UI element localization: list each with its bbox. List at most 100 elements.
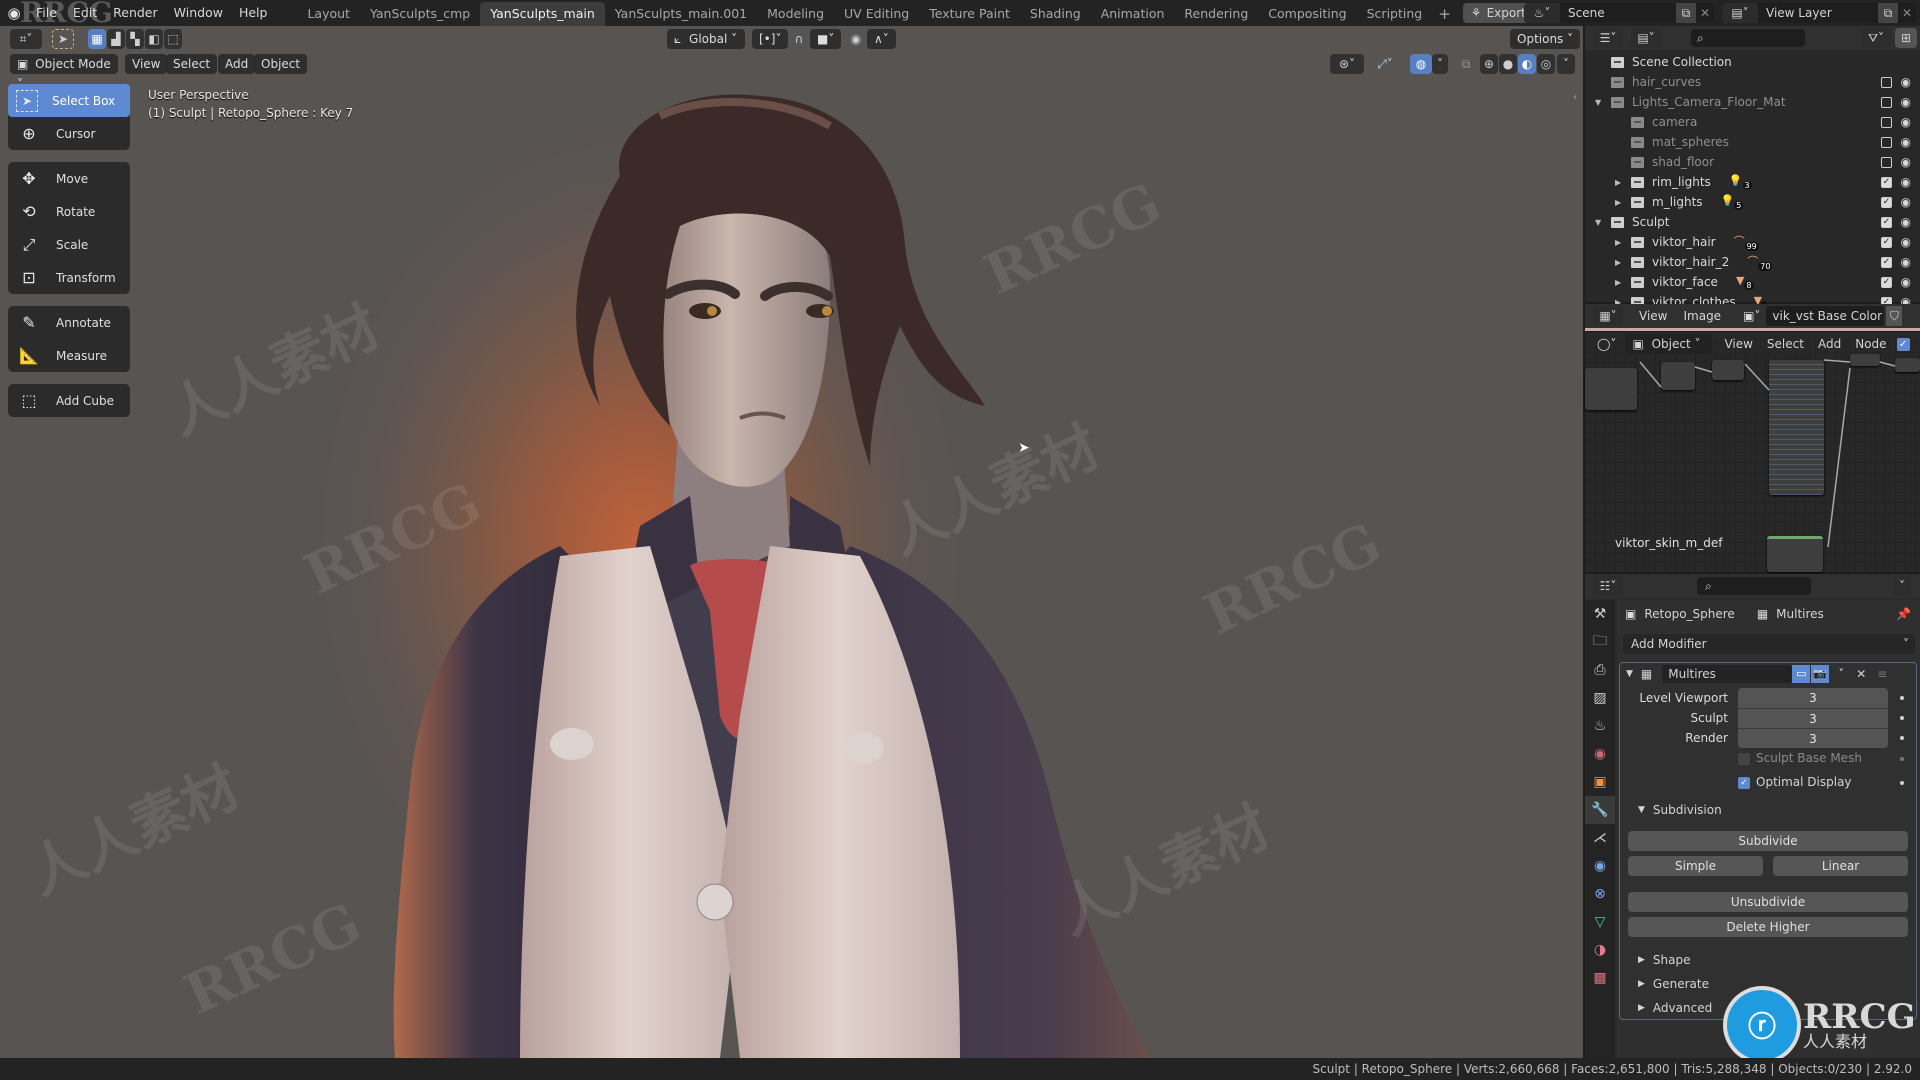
overlays-toggle-icon[interactable]: ◍ [1410, 54, 1432, 74]
disclosure-open-icon[interactable]: ▼ [1595, 218, 1611, 227]
view-layer-field[interactable]: View Layer [1758, 6, 1878, 20]
outliner-editor-type-icon[interactable]: ☰˅ [1593, 28, 1623, 48]
exclude-checkbox[interactable]: ✓ [1881, 236, 1892, 248]
subdivision-panel-header[interactable]: ▼ Subdivision [1638, 803, 1722, 817]
disclosure-closed-icon[interactable]: ▶ [1615, 258, 1631, 267]
constraints-tab-icon[interactable]: ⊗ [1585, 880, 1615, 908]
exclude-checkbox[interactable] [1881, 96, 1892, 108]
visibility-eye-icon[interactable]: ◉ [1901, 115, 1911, 129]
tool-settings-tab-icon[interactable]: ⚒ [1585, 600, 1615, 628]
view-layer-tab-icon[interactable]: ▨ [1585, 684, 1615, 712]
outliner-row[interactable]: shad_floor ◉ [1585, 152, 1920, 172]
viewport-menu-add[interactable]: Add [218, 54, 256, 74]
properties-editor-type-icon[interactable]: ☷˅ [1593, 576, 1623, 596]
data-tab-icon[interactable]: ▽ [1585, 908, 1615, 936]
world-tab-icon[interactable]: ◉ [1585, 740, 1615, 768]
menu-edit[interactable]: Edit [65, 0, 105, 26]
new-collection-icon[interactable]: ⊞ [1895, 28, 1917, 48]
tool-add-cube[interactable]: ⬚ Add Cube [8, 384, 130, 417]
scene-icon[interactable]: ♨˅ [1524, 3, 1560, 23]
simple-button[interactable]: Simple [1628, 856, 1763, 876]
image-name-field[interactable]: vik_vst Base Color [1766, 306, 1885, 326]
generate-panel-header[interactable]: ▶ Generate [1638, 977, 1709, 991]
view-layer-copy-icon[interactable]: ⧉ [1878, 3, 1898, 23]
exclude-checkbox[interactable] [1881, 116, 1892, 128]
exclude-checkbox[interactable]: ✓ [1881, 216, 1892, 228]
visibility-eye-icon[interactable]: ◉ [1901, 135, 1911, 149]
tab-animation[interactable]: Animation [1091, 2, 1175, 26]
panel-collapse-icon[interactable]: ▼ [1626, 669, 1633, 679]
outliner-row[interactable]: ▶ viktor_face ▼ 8 ✓ ◉ [1585, 272, 1920, 292]
scene-close-icon[interactable]: ✕ [1696, 6, 1714, 20]
visibility-eye-icon[interactable]: ◉ [1901, 195, 1911, 209]
visibility-eye-icon[interactable]: ◉ [1901, 235, 1911, 249]
pin-icon[interactable]: 📌 [1896, 607, 1911, 621]
viewport-menu-select[interactable]: Select [166, 54, 218, 74]
blender-logo-icon[interactable]: ◉ [0, 4, 28, 22]
tab-shading[interactable]: Shading [1020, 2, 1091, 26]
modifier-dropdown-icon[interactable]: ˅ [1833, 667, 1849, 681]
render-tab-icon[interactable]: 🗀 [1585, 628, 1615, 656]
light-count-badge[interactable]: 💡 3 [1729, 174, 1752, 190]
shading-dropdown-icon[interactable]: ˅ [1557, 54, 1575, 74]
visibility-eye-icon[interactable]: ◉ [1901, 255, 1911, 269]
visibility-eye-icon[interactable]: ◉ [1901, 155, 1911, 169]
shading-material-preview-icon[interactable]: ◐ [1518, 54, 1536, 74]
menu-render[interactable]: Render [105, 0, 166, 26]
editor-type-button[interactable]: ⌗˅ [10, 29, 42, 49]
modifier-tab-icon[interactable]: 🔧 [1585, 796, 1615, 824]
shape-panel-header[interactable]: ▶ Shape [1638, 953, 1691, 967]
subdivide-button[interactable]: Subdivide [1628, 831, 1908, 851]
exclude-checkbox[interactable]: ✓ [1881, 196, 1892, 208]
sidebar-toggle-icon[interactable]: ‹ [1573, 92, 1577, 103]
tab-yansculpts-main[interactable]: YanSculpts_main [480, 2, 605, 26]
light-count-badge[interactable]: 💡 5 [1721, 194, 1744, 210]
curve-count-badge[interactable]: ⌒ 99 [1734, 233, 1759, 251]
visibility-eye-icon[interactable]: ◉ [1901, 95, 1911, 109]
display-mode-icon[interactable]: ▤˅ [1631, 28, 1661, 48]
select-mode-invert-icon[interactable]: ◧ [145, 29, 163, 49]
advanced-panel-header[interactable]: ▶ Advanced [1638, 1001, 1712, 1015]
visibility-eye-icon[interactable]: ◉ [1901, 75, 1911, 89]
outliner-row[interactable]: ▼ Sculpt ✓ ◉ [1585, 212, 1920, 232]
viewport-menu-view[interactable]: View [125, 54, 168, 74]
exclude-checkbox[interactable]: ✓ [1881, 256, 1892, 268]
disclosure-closed-icon[interactable]: ▶ [1615, 198, 1631, 207]
visibility-selectability-icon[interactable]: ⊛˅ [1330, 54, 1364, 74]
remove-modifier-icon[interactable]: ✕ [1853, 667, 1869, 681]
select-mode-subtract-icon[interactable]: ▚ [126, 29, 144, 49]
properties-options-icon[interactable]: ˅ [1893, 576, 1911, 596]
image-browse-icon[interactable]: ▣˅ [1743, 309, 1760, 323]
outliner-row[interactable]: ▼ Lights_Camera_Floor_Mat ◉ [1585, 92, 1920, 112]
scene-tab-icon[interactable]: ♨ [1585, 712, 1615, 740]
outliner-row-scene-collection[interactable]: Scene Collection [1585, 52, 1920, 72]
tab-yansculpts-main-001[interactable]: YanSculpts_main.001 [605, 2, 757, 26]
view-layer-close-icon[interactable]: ✕ [1898, 6, 1916, 20]
filter-icon[interactable]: ⛛˅ [1861, 28, 1891, 48]
outliner-row[interactable]: ▶ m_lights 💡 5 ✓ ◉ [1585, 192, 1920, 212]
keyframe-dot[interactable] [1900, 781, 1904, 785]
keyframe-dot[interactable] [1900, 716, 1904, 720]
tool-select-icon[interactable]: ➤ [52, 29, 74, 49]
image-menu-view[interactable]: View [1639, 309, 1667, 323]
visibility-eye-icon[interactable]: ◉ [1901, 215, 1911, 229]
options-dropdown[interactable]: Options ˅ [1510, 29, 1581, 49]
delete-higher-button[interactable]: Delete Higher [1628, 917, 1908, 937]
tool-measure[interactable]: 📐 Measure [8, 339, 130, 372]
keyframe-dot[interactable] [1900, 696, 1904, 700]
physics-tab-icon[interactable]: ◉ [1585, 852, 1615, 880]
disclosure-open-icon[interactable]: ▼ [1595, 98, 1611, 107]
gizmo-toggle-icon[interactable]: ⤢˅ [1368, 54, 1402, 74]
shading-solid-icon[interactable]: ● [1499, 54, 1517, 74]
outliner-row[interactable]: mat_spheres ◉ [1585, 132, 1920, 152]
snap-target-dropdown[interactable]: ■˅ [810, 29, 842, 49]
visibility-eye-icon[interactable]: ◉ [1901, 175, 1911, 189]
optimal-display-checkbox[interactable]: ✓ [1738, 777, 1750, 789]
exclude-checkbox[interactable] [1881, 136, 1892, 148]
exclude-checkbox[interactable] [1881, 156, 1892, 168]
output-tab-icon[interactable]: ⎙ [1585, 656, 1615, 684]
menu-file[interactable]: File [28, 0, 65, 26]
overlays-dropdown-icon[interactable]: ˅ [1432, 54, 1448, 74]
tool-scale[interactable]: ⤢ Scale [8, 228, 130, 261]
pivot-point-dropdown[interactable]: [•]˅ [752, 29, 789, 49]
